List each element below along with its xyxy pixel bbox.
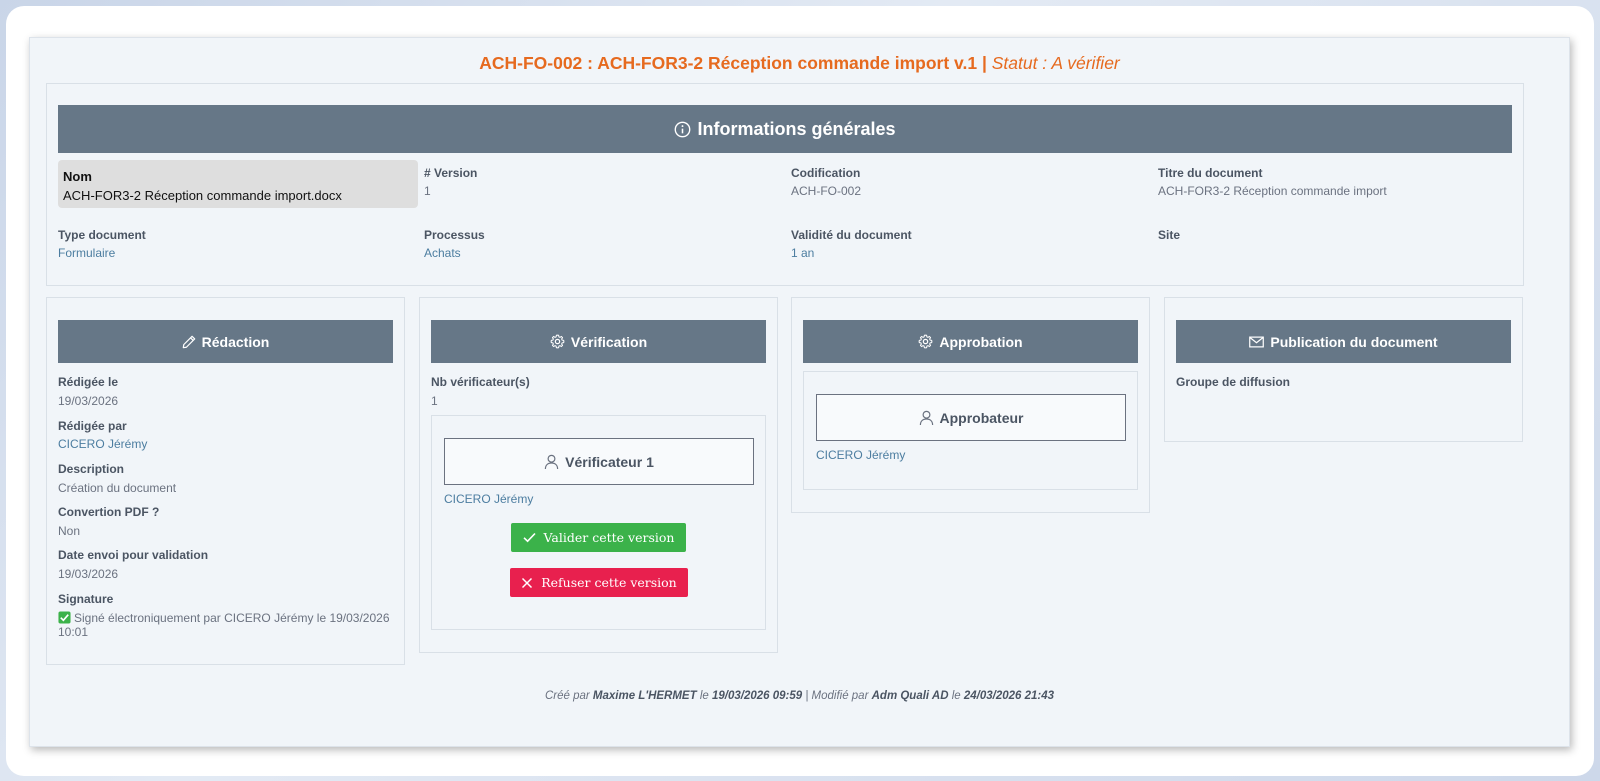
- footer-modified-date: 24/03/2026 21:43: [963, 690, 1055, 702]
- signature-value: Signé électroniquement par CICERO Jérémy…: [58, 611, 390, 639]
- validite-value: 1 an: [791, 246, 815, 260]
- page-title: ACH-FO-002 : ACH-FOR3-2 Réception comman…: [30, 53, 1569, 74]
- user-icon: [919, 410, 933, 425]
- title-status: Statut : A vérifier: [991, 53, 1120, 73]
- processus-value: Achats: [424, 246, 461, 260]
- checked-checkbox-icon: [58, 611, 71, 624]
- approbateur-box: Approbateur: [816, 394, 1126, 441]
- footer-created-by: Maxime L'HERMET: [592, 690, 697, 702]
- validate-version-button[interactable]: Valider cette version: [511, 523, 686, 552]
- close-icon: [522, 577, 533, 588]
- pencil-icon: [182, 335, 195, 348]
- approbateur-name: CICERO Jérémy: [816, 448, 906, 462]
- titre-value: ACH-FOR3-2 Réception commande import: [1158, 184, 1387, 198]
- footer-modified-by: Adm Quali AD: [871, 690, 949, 702]
- footer-created-prefix: Créé par: [544, 690, 593, 702]
- date-envoi-label: Date envoi pour validation: [58, 548, 209, 562]
- processus-label: Processus: [424, 228, 485, 242]
- nom-value: ACH-FOR3-2 Réception commande import.doc…: [63, 188, 342, 203]
- redaction-panel: Rédaction Rédigée le 19/03/2026 Rédigée …: [46, 297, 405, 665]
- general-info-header: Informations générales: [58, 105, 1512, 153]
- signature-line1: Signé électroniquement par CICERO Jérémy…: [74, 611, 390, 625]
- info-circle-icon: [675, 121, 691, 137]
- redaction-header: Rédaction: [58, 320, 393, 363]
- description-value: Création du document: [58, 481, 177, 495]
- approbation-title: Approbation: [939, 333, 1023, 350]
- publication-title: Publication du document: [1270, 333, 1438, 350]
- footer-created-date: 19/03/2026 09:59: [711, 690, 803, 702]
- nb-verificateurs-value: 1: [431, 394, 438, 408]
- type-document-value: Formulaire: [58, 246, 116, 260]
- titre-label: Titre du document: [1158, 166, 1263, 180]
- footer-le-1: le: [696, 690, 712, 702]
- version-value: 1: [424, 184, 431, 198]
- refuse-version-label: Refuser cette version: [541, 575, 677, 590]
- version-label: # Version: [424, 166, 478, 180]
- approbateur-subpanel: Approbateur CICERO Jérémy: [803, 371, 1138, 490]
- validate-version-label: Valider cette version: [543, 530, 675, 545]
- redigee-par-value: CICERO Jérémy: [58, 437, 148, 451]
- pdf-label: Convertion PDF ?: [58, 505, 160, 519]
- approbateur-label: Approbateur: [939, 409, 1024, 426]
- approbation-header: Approbation: [803, 320, 1138, 363]
- codification-value: ACH-FO-002: [791, 184, 862, 198]
- codification-label: Codification: [791, 166, 861, 180]
- nom-field: Nom ACH-FOR3-2 Réception commande import…: [58, 160, 418, 208]
- publication-header: Publication du document: [1176, 320, 1511, 363]
- redigee-par-label: Rédigée par: [58, 419, 127, 433]
- approbation-panel: Approbation Approbateur CICERO Jérémy: [791, 297, 1150, 513]
- document-card: ACH-FO-002 : ACH-FOR3-2 Réception comman…: [29, 37, 1570, 747]
- description-label: Description: [58, 462, 125, 476]
- footer-modified-prefix: | Modifié par: [802, 690, 872, 702]
- audit-footer: Créé par Maxime L'HERMET le 19/03/2026 0…: [30, 690, 1569, 702]
- gear-icon: [919, 334, 933, 349]
- verificateur-box: Vérificateur 1: [444, 438, 754, 485]
- verification-panel: Vérification Nb vérificateur(s) 1 Vérifi…: [419, 297, 778, 653]
- nb-verificateurs-label: Nb vérificateur(s): [431, 375, 530, 389]
- verificateur-name: CICERO Jérémy: [444, 492, 534, 506]
- title-main: ACH-FO-002 : ACH-FOR3-2 Réception comman…: [479, 53, 978, 73]
- type-document-label: Type document: [58, 228, 146, 242]
- envelope-icon: [1249, 336, 1265, 347]
- signature-line2: 10:01: [58, 625, 89, 639]
- check-icon: [522, 532, 536, 543]
- verificateur-subpanel: Vérificateur 1 CICERO Jérémy Valider cet…: [431, 415, 766, 630]
- general-info-panel: Informations générales Nom ACH-FOR3-2 Ré…: [46, 83, 1524, 286]
- footer-le-2: le: [948, 690, 964, 702]
- validite-label: Validité du document: [791, 228, 912, 242]
- signature-label: Signature: [58, 592, 114, 606]
- refuse-version-button[interactable]: Refuser cette version: [510, 568, 688, 597]
- publication-panel: Publication du document Groupe de diffus…: [1164, 297, 1523, 442]
- verification-header: Vérification: [431, 320, 766, 363]
- redaction-title: Rédaction: [201, 333, 270, 350]
- redigee-le-value: 19/03/2026: [58, 394, 119, 408]
- nom-label: Nom: [63, 169, 92, 184]
- pdf-value: Non: [58, 524, 81, 538]
- site-label: Site: [1158, 228, 1181, 242]
- redigee-le-label: Rédigée le: [58, 375, 119, 389]
- date-envoi-value: 19/03/2026: [58, 567, 119, 581]
- general-info-title: Informations générales: [697, 118, 896, 139]
- user-icon: [544, 454, 559, 469]
- verification-title: Vérification: [570, 333, 648, 350]
- verificateur-label: Vérificateur 1: [565, 453, 654, 470]
- groupe-diffusion-label: Groupe de diffusion: [1176, 375, 1290, 389]
- gear-icon: [550, 334, 565, 349]
- title-separator: |: [977, 53, 992, 73]
